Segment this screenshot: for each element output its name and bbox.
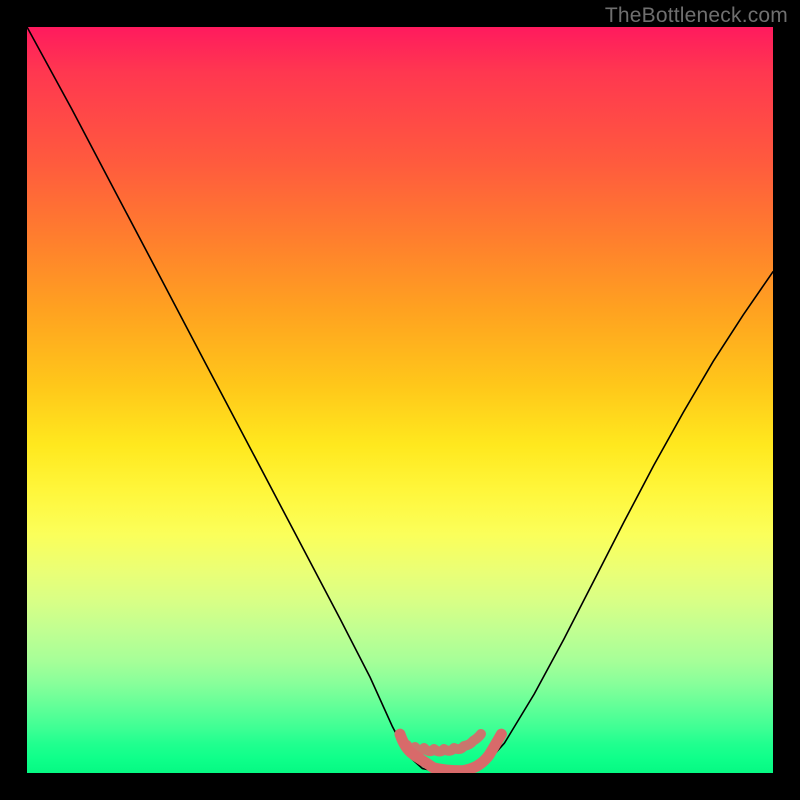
bottleneck-curve: [27, 27, 773, 773]
plot-area: [27, 27, 773, 773]
chart-svg: [27, 27, 773, 773]
chart-frame: TheBottleneck.com: [0, 0, 800, 800]
optimal-zone-bumps: [407, 734, 481, 752]
watermark-text: TheBottleneck.com: [605, 4, 788, 28]
